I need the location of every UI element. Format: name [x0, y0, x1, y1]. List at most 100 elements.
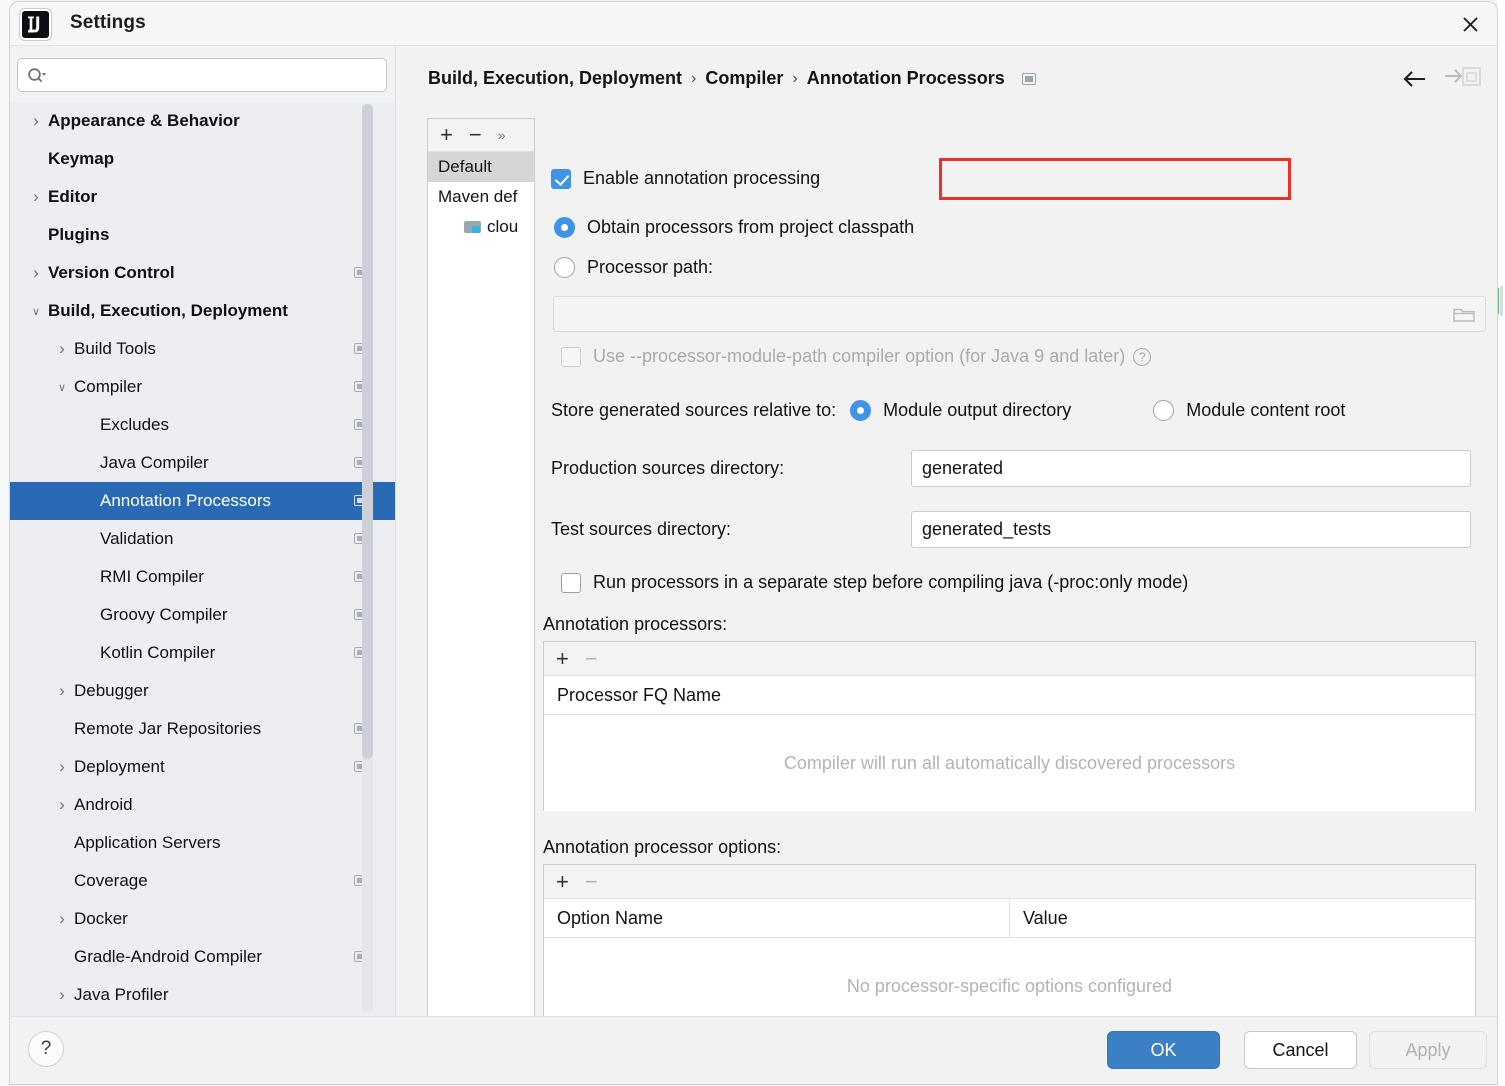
sidebar-item-label: Version Control: [48, 263, 175, 282]
sidebar-item-deployment[interactable]: › Deployment: [10, 748, 395, 786]
breadcrumb-separator: ›: [691, 69, 697, 87]
folder-icon[interactable]: [1453, 305, 1475, 328]
breadcrumb-part: Annotation Processors: [806, 68, 1005, 88]
obtain-from-classpath-radio[interactable]: [554, 217, 575, 238]
processor-path-row[interactable]: Processor path:: [554, 257, 713, 278]
sidebar-item-label: Excludes: [100, 415, 169, 434]
enable-annotation-processing-label: Enable annotation processing: [583, 168, 821, 188]
sidebar-item-compiler[interactable]: ∨ Compiler: [10, 368, 395, 406]
settings-tree[interactable]: › Appearance & Behavior Keymap › Editor Plugi…: [10, 102, 395, 1017]
processor-path-radio[interactable]: [554, 257, 575, 278]
search-box[interactable]: [17, 58, 387, 92]
proc-only-checkbox[interactable]: [561, 572, 581, 593]
module-output-directory-label: Module output directory: [883, 400, 1072, 420]
profile-label: Maven def: [438, 187, 518, 206]
chevron-right-icon[interactable]: ›: [52, 985, 72, 1005]
module-output-directory-radio[interactable]: [850, 400, 872, 421]
sidebar-item-groovy-compiler[interactable]: Groovy Compiler: [10, 596, 395, 634]
chevron-right-icon[interactable]: ›: [52, 339, 72, 359]
sidebar-item-editor[interactable]: › Editor: [10, 178, 395, 216]
settings-search: [17, 58, 387, 92]
sidebar-item-android[interactable]: › Android: [10, 786, 395, 824]
sidebar-item-gradle-android-compiler[interactable]: Gradle-Android Compiler: [10, 938, 395, 976]
apply-button[interactable]: Apply: [1369, 1031, 1487, 1069]
more-options-icon[interactable]: »: [498, 128, 506, 142]
close-icon[interactable]: [1455, 9, 1485, 39]
chevron-down-icon[interactable]: ∨: [52, 381, 72, 394]
enable-annotation-processing-checkbox[interactable]: [551, 168, 571, 189]
profile-row[interactable]: Maven def: [428, 182, 534, 212]
test-sources-input[interactable]: [911, 511, 1471, 548]
remove-profile-button[interactable]: −: [469, 124, 482, 146]
sidebar-item-appearance-behavior[interactable]: › Appearance & Behavior: [10, 102, 395, 140]
sidebar-item-label: Docker: [74, 909, 128, 928]
sidebar-item-build-execution-deployment[interactable]: ∨ Build, Execution, Deployment: [10, 292, 395, 330]
processor-module-path-checkbox[interactable]: [561, 346, 581, 367]
navigation-arrows: [1401, 64, 1483, 99]
sidebar-item-excludes[interactable]: Excludes: [10, 406, 395, 444]
help-icon[interactable]: ?: [1133, 347, 1152, 366]
sidebar-item-java-profiler[interactable]: › Java Profiler: [10, 976, 395, 1014]
chevron-right-icon[interactable]: ›: [52, 795, 72, 815]
chevron-right-icon[interactable]: ›: [26, 187, 46, 207]
sidebar-item-label: Keymap: [48, 149, 115, 168]
sidebar-item-version-control[interactable]: › Version Control: [10, 254, 395, 292]
production-sources-input[interactable]: [911, 450, 1471, 487]
sidebar-item-kotlin-compiler[interactable]: Kotlin Compiler: [10, 634, 395, 672]
processor-path-field[interactable]: [553, 296, 1486, 332]
help-button[interactable]: ?: [28, 1031, 64, 1067]
remove-processor-button[interactable]: −: [585, 647, 598, 670]
processor-module-path-row[interactable]: Use --processor-module-path compiler opt…: [561, 346, 1152, 367]
profile-label: clou: [487, 217, 519, 236]
sidebar-item-coverage[interactable]: Coverage: [10, 862, 395, 900]
profile-row[interactable]: clou: [428, 212, 534, 242]
chevron-right-icon[interactable]: ›: [26, 111, 46, 131]
sidebar-item-rmi-compiler[interactable]: RMI Compiler: [10, 558, 395, 596]
profile-row[interactable]: Default: [428, 152, 534, 182]
column-header-processor-fq-name: Processor FQ Name: [557, 684, 722, 705]
sidebar-item-label: Kotlin Compiler: [100, 643, 216, 662]
sidebar-item-application-servers[interactable]: Application Servers: [10, 824, 395, 862]
sidebar-item-java-compiler[interactable]: Java Compiler: [10, 444, 395, 482]
cancel-button[interactable]: Cancel: [1244, 1031, 1357, 1069]
sidebar-item-label: Android: [74, 795, 133, 814]
annotation-processor-options-table: + − Option Name Value No processor-speci…: [543, 864, 1476, 1036]
sidebar-scrollbar-thumb[interactable]: [362, 104, 373, 759]
sidebar-item-remote-jar-repositories[interactable]: Remote Jar Repositories: [10, 710, 395, 748]
sidebar-item-keymap[interactable]: Keymap: [10, 140, 395, 178]
sidebar-item-label: Java Profiler: [74, 985, 169, 1004]
breadcrumb-part[interactable]: Build, Execution, Deployment: [428, 68, 682, 89]
sidebar-item-debugger[interactable]: › Debugger: [10, 672, 395, 710]
sidebar-item-label: Build Tools: [74, 339, 156, 358]
obtain-from-classpath-row[interactable]: Obtain processors from project classpath: [554, 217, 914, 238]
annotation-processors-title: Annotation processors:: [543, 614, 728, 634]
sidebar-item-plugins[interactable]: Plugins: [10, 216, 395, 254]
sidebar-item-docker[interactable]: › Docker: [10, 900, 395, 938]
add-profile-button[interactable]: +: [440, 124, 453, 146]
annotation-processors-table: + − Processor FQ Name Compiler will run …: [543, 641, 1476, 811]
chevron-right-icon[interactable]: ›: [52, 681, 72, 701]
enable-annotation-processing-row[interactable]: Enable annotation processing: [551, 168, 820, 189]
chevron-down-icon[interactable]: ∨: [26, 305, 46, 318]
chevron-right-icon[interactable]: ›: [26, 263, 46, 283]
search-input[interactable]: [52, 59, 380, 91]
sidebar-item-annotation-processors[interactable]: Annotation Processors: [10, 482, 395, 520]
add-processor-button[interactable]: +: [556, 647, 569, 670]
processors-table-toolbar: + −: [544, 642, 1475, 676]
sidebar-item-validation[interactable]: Validation: [10, 520, 395, 558]
breadcrumb-part[interactable]: Compiler: [705, 68, 783, 89]
arrow-right-icon[interactable]: [1443, 64, 1483, 99]
chevron-right-icon[interactable]: ›: [52, 757, 72, 777]
module-content-root-radio[interactable]: [1153, 400, 1175, 421]
ok-button[interactable]: OK: [1107, 1031, 1220, 1069]
profiles-panel: + − » Default Maven def clou: [427, 118, 535, 1043]
proc-only-row[interactable]: Run processors in a separate step before…: [561, 572, 1188, 593]
chevron-right-icon[interactable]: ›: [52, 909, 72, 929]
add-option-button[interactable]: +: [556, 870, 569, 893]
profiles-list[interactable]: Default Maven def clou: [428, 152, 534, 242]
remove-option-button[interactable]: −: [585, 870, 598, 893]
sidebar-item-build-tools[interactable]: › Build Tools: [10, 330, 395, 368]
annotation-processor-options-title: Annotation processor options:: [543, 837, 782, 857]
sidebar-item-label: Validation: [100, 529, 174, 548]
arrow-left-icon[interactable]: [1401, 68, 1429, 95]
